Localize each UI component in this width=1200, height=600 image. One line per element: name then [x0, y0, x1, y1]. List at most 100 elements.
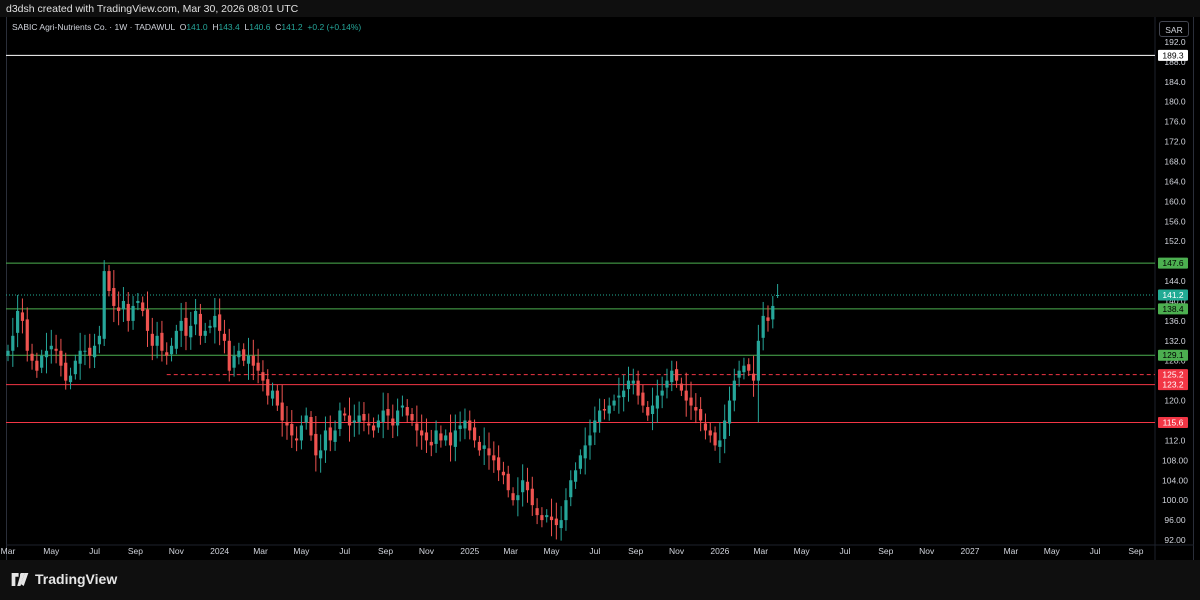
- x-tick-label: May: [43, 546, 60, 556]
- candle-body: [270, 390, 275, 399]
- candle-body: [179, 320, 183, 331]
- candle-body: [376, 420, 380, 428]
- x-tick-label: Mar: [1, 546, 16, 556]
- candle-body: [564, 500, 568, 521]
- candle-body: [218, 314, 222, 331]
- candle-body: [405, 407, 409, 416]
- candle-body: [569, 480, 573, 498]
- close-value: 141.2: [281, 22, 303, 32]
- y-tick-label: 180.0: [1164, 97, 1186, 107]
- candle-body: [338, 410, 342, 429]
- candle-body: [121, 300, 126, 310]
- candle-body: [535, 508, 539, 516]
- candle-body: [367, 423, 371, 426]
- x-tick-label: May: [794, 546, 811, 556]
- candle-body: [136, 300, 140, 303]
- candle-body: [511, 493, 515, 501]
- candle-body: [607, 405, 611, 414]
- candle-body: [578, 455, 582, 469]
- candle-body: [141, 302, 145, 311]
- x-tick-label: 2027: [961, 546, 980, 556]
- candle-body: [458, 425, 462, 429]
- y-tick-label: 112.0: [1165, 435, 1186, 445]
- level-price-label: 125.2: [1162, 370, 1184, 380]
- x-tick-label: Jul: [840, 546, 851, 556]
- candle-body: [155, 335, 159, 346]
- candle-body: [516, 495, 520, 501]
- candle-body: [285, 421, 289, 426]
- candle-body: [718, 440, 722, 447]
- candle-body: [554, 518, 558, 526]
- x-tick-label: May: [293, 546, 310, 556]
- candle-body: [357, 415, 361, 422]
- candle-body: [73, 360, 77, 375]
- candle-body: [203, 330, 207, 336]
- candle-body: [530, 488, 534, 506]
- candle-body: [737, 370, 741, 378]
- x-tick-label: Sep: [128, 546, 143, 556]
- candle-body: [646, 407, 650, 416]
- x-tick-label: Nov: [919, 546, 935, 556]
- candle-body: [497, 457, 501, 471]
- candle-body: [468, 420, 472, 431]
- candle-body: [64, 362, 68, 381]
- x-tick-label: Mar: [503, 546, 518, 556]
- candle-body: [352, 420, 356, 423]
- candle-body: [362, 414, 366, 421]
- y-tick-label: 104.00: [1162, 475, 1188, 485]
- candle-body: [314, 433, 318, 456]
- candle-body: [208, 325, 212, 328]
- candle-body: [429, 441, 433, 446]
- candle-body: [126, 303, 130, 321]
- candle-body: [583, 445, 587, 459]
- currency-button[interactable]: SAR: [1159, 21, 1189, 37]
- candle-body: [545, 515, 549, 518]
- candle-body: [602, 409, 607, 411]
- candle-body: [280, 402, 284, 421]
- candle-body: [694, 407, 698, 411]
- symbol-legend: SABIC Agri-Nutrients Co. · 1W · TADAWUL …: [12, 22, 361, 32]
- candle-body: [751, 373, 756, 381]
- candle-body: [593, 420, 597, 433]
- x-tick-label: Sep: [378, 546, 393, 556]
- y-tick-label: 176.0: [1164, 117, 1186, 127]
- level-price-label: 115.6: [1163, 417, 1184, 427]
- candle-body: [439, 433, 443, 441]
- candle-body: [713, 432, 717, 446]
- candle-body: [636, 380, 640, 396]
- candle-body: [386, 409, 390, 416]
- candle-body: [44, 350, 49, 358]
- x-tick-label: May: [543, 546, 560, 556]
- candle-body: [472, 427, 477, 441]
- candle-body: [492, 455, 496, 461]
- y-tick-label: 164.0: [1164, 176, 1186, 186]
- candle-body: [169, 345, 174, 355]
- candle-body: [174, 330, 178, 349]
- candle-body: [160, 332, 164, 351]
- symbol-name: SABIC Agri-Nutrients Co. · 1W · TADAWUL: [12, 22, 175, 32]
- y-tick-label: 184.0: [1164, 77, 1186, 87]
- price-chart[interactable]: 92.0096.00100.00104.00108.00112.0116.012…: [0, 0, 1200, 600]
- y-tick-label: 120.0: [1164, 396, 1186, 406]
- candle-body: [391, 418, 395, 426]
- candle-body: [598, 410, 602, 422]
- candle-body: [266, 379, 270, 396]
- candle-body: [448, 432, 453, 446]
- x-tick-label: Sep: [1128, 546, 1143, 556]
- y-tick-label: 192.0: [1164, 37, 1186, 47]
- level-price-label: 141.2: [1162, 290, 1184, 300]
- tradingview-logo-icon: [11, 572, 29, 586]
- candle-body: [588, 435, 592, 446]
- candle-body: [213, 315, 217, 328]
- candle-body: [242, 349, 246, 361]
- x-tick-label: Mar: [1004, 546, 1019, 556]
- candle-body: [742, 365, 746, 373]
- y-tick-label: 152.0: [1164, 236, 1186, 246]
- x-tick-label: Jul: [89, 546, 100, 556]
- candle-body: [295, 438, 299, 441]
- y-tick-label: 132.0: [1164, 336, 1186, 346]
- candle-body: [319, 450, 323, 459]
- candle-body: [559, 520, 563, 529]
- candle-body: [189, 325, 193, 338]
- candle-body: [612, 400, 616, 406]
